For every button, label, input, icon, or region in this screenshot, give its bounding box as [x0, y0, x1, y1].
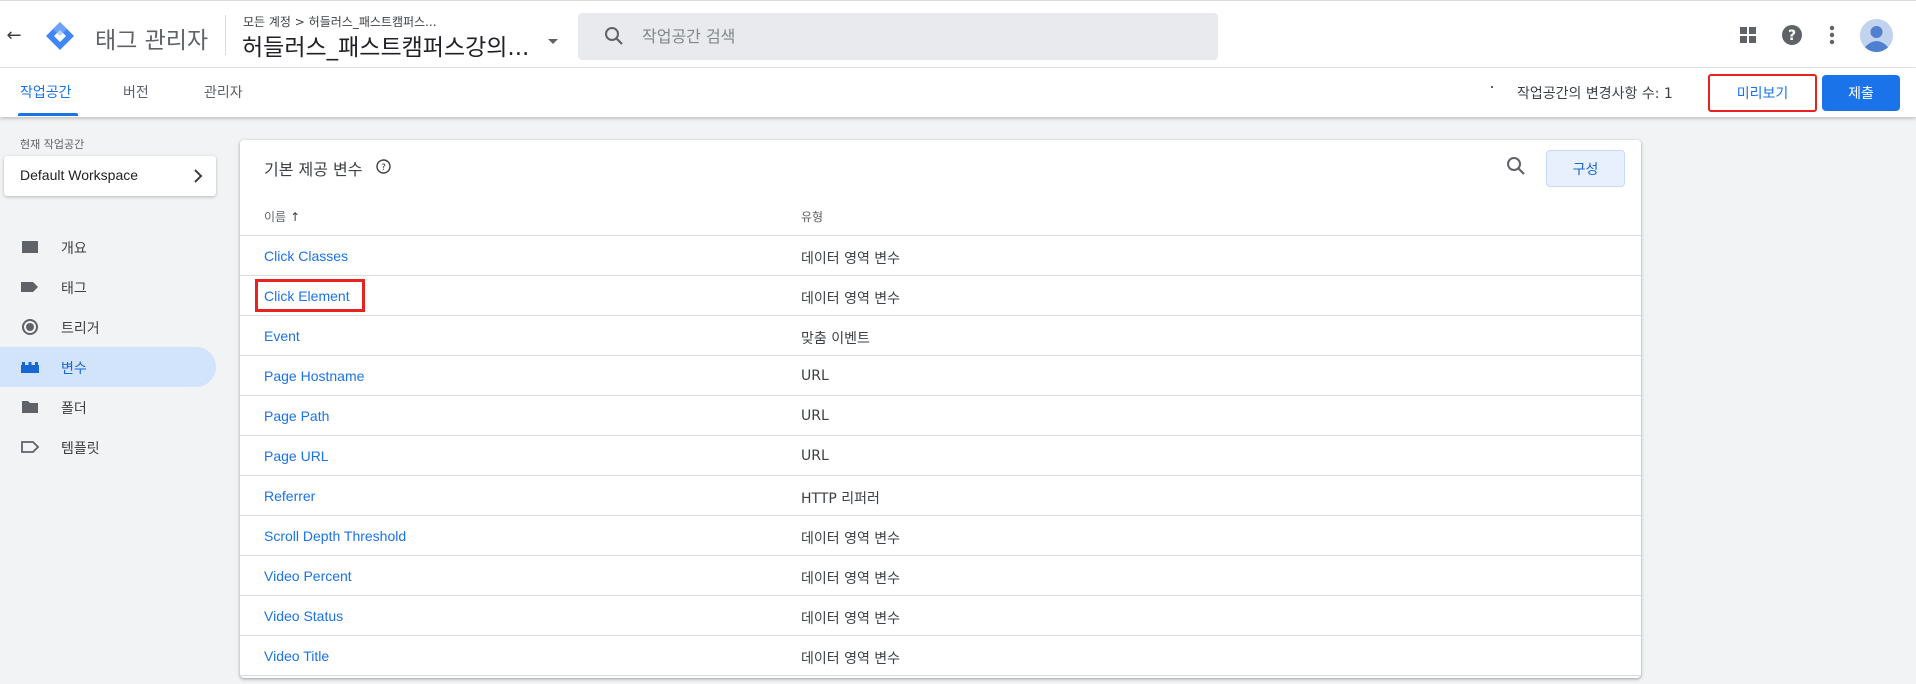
sidebar-item-folders[interactable]: 폴더	[0, 387, 216, 427]
workspace-selector[interactable]: Default Workspace	[4, 156, 216, 196]
trigger-icon	[20, 318, 40, 336]
active-tab-indicator	[18, 113, 78, 116]
sidebar-item-label: 폴더	[61, 401, 87, 417]
table-row[interactable]: Click Classes 데이터 영역 변수	[240, 236, 1641, 276]
overview-icon	[20, 238, 40, 256]
variable-type: 데이터 영역 변수	[801, 531, 901, 547]
help-icon[interactable]: ?	[1780, 23, 1804, 47]
sidebar-item-label: 개요	[61, 241, 87, 257]
variable-name-link[interactable]: Video Percent	[264, 568, 352, 584]
gtm-logo-icon[interactable]	[44, 20, 76, 52]
variable-name-link[interactable]: Referrer	[264, 488, 315, 504]
template-icon	[20, 438, 40, 456]
search-input[interactable]	[642, 13, 1202, 60]
table-row[interactable]: Page URL URL	[240, 436, 1641, 476]
variable-name-link[interactable]: Click Classes	[264, 248, 348, 264]
variable-name-link[interactable]: Video Title	[264, 648, 329, 664]
workspace-changes-count: 작업공간의 변경사항 수: 1	[1517, 86, 1673, 102]
tab-workspace[interactable]: 작업공간	[20, 82, 72, 102]
table-row[interactable]: Event 맞춤 이벤트	[240, 316, 1641, 356]
tab-admin[interactable]: 관리자	[204, 82, 243, 102]
table-row[interactable]: Referrer HTTP 리퍼러	[240, 476, 1641, 516]
tag-icon	[20, 278, 40, 296]
preview-button[interactable]: 미리보기	[1708, 74, 1817, 112]
search-icon[interactable]	[1506, 156, 1526, 176]
card-title: 기본 제공 변수	[264, 160, 363, 179]
more-vert-icon[interactable]	[1820, 23, 1844, 47]
sidebar-item-label: 템플릿	[61, 441, 100, 457]
table-row[interactable]: Video Status 데이터 영역 변수	[240, 596, 1641, 636]
builtin-variables-card: 기본 제공 변수 ? 구성 이름 ↑ 유형 Click Classes 데이터 영…	[240, 140, 1641, 678]
table-row[interactable]: Video Title 데이터 영역 변수	[240, 636, 1641, 676]
variable-type: URL	[801, 448, 829, 464]
account-avatar[interactable]	[1860, 19, 1893, 52]
top-app-bar: ← 태그 관리자 모든 계정 > 허들러스_패스트캠퍼스... 허들러스_패스트…	[0, 0, 1916, 68]
variable-type: 데이터 영역 변수	[801, 611, 901, 627]
workspace-nav-bar: 작업공간 버전 관리자 작업공간의 변경사항 수: 1 미리보기 제출	[0, 68, 1916, 117]
svg-text:?: ?	[1788, 28, 1796, 44]
current-workspace-label: 현재 작업공간	[20, 138, 85, 151]
variable-type: 데이터 영역 변수	[801, 251, 901, 267]
chevron-right-icon	[190, 166, 206, 186]
workspace-name: Default Workspace	[20, 167, 139, 183]
table-row[interactable]: Click Element 데이터 영역 변수	[240, 276, 1641, 316]
workspace-search[interactable]	[578, 13, 1218, 60]
folder-icon	[20, 398, 40, 416]
table-row[interactable]: Video Percent 데이터 영역 변수	[240, 556, 1641, 596]
configure-button[interactable]: 구성	[1546, 150, 1625, 187]
variable-name-link[interactable]: Page Path	[264, 408, 329, 424]
variable-type: 데이터 영역 변수	[801, 651, 901, 667]
sidebar-item-tags[interactable]: 태그	[0, 267, 216, 307]
divider	[225, 15, 226, 55]
variable-name-link[interactable]: Click Element	[264, 288, 350, 304]
table-row[interactable]: Page Hostname URL	[240, 356, 1641, 396]
help-circle-icon[interactable]: ?	[376, 159, 391, 174]
table-row[interactable]: Page Path URL	[240, 396, 1641, 436]
sidebar-item-variables[interactable]: 변수	[0, 347, 216, 387]
variable-name-link[interactable]: Scroll Depth Threshold	[264, 528, 406, 544]
variable-name-link[interactable]: Video Status	[264, 608, 343, 624]
submit-button[interactable]: 제출	[1822, 75, 1900, 111]
app-title[interactable]: 태그 관리자	[95, 21, 208, 55]
column-header-type[interactable]: 유형	[801, 208, 823, 225]
column-header-name-label: 이름	[264, 210, 287, 224]
container-dropdown-caret-icon[interactable]	[548, 39, 558, 44]
variable-type: HTTP 리퍼러	[801, 491, 880, 507]
variable-type: URL	[801, 408, 829, 424]
column-header-name[interactable]: 이름 ↑	[264, 208, 300, 225]
sidebar-item-templates[interactable]: 템플릿	[0, 427, 216, 467]
sidebar-item-label: 변수	[61, 361, 87, 377]
table-row[interactable]: Scroll Depth Threshold 데이터 영역 변수	[240, 516, 1641, 556]
container-name[interactable]: 허들러스_패스트캠퍼스강의...	[242, 28, 529, 62]
variable-type: URL	[801, 368, 829, 384]
variable-type: 맞춤 이벤트	[801, 331, 870, 347]
back-arrow-icon[interactable]: ←	[4, 25, 24, 46]
apps-grid-icon[interactable]	[1736, 23, 1760, 47]
variable-name-link[interactable]: Page Hostname	[264, 368, 364, 384]
variable-type: 데이터 영역 변수	[801, 571, 901, 587]
sidebar-item-overview[interactable]: 개요	[0, 227, 216, 267]
dot-icon	[1491, 86, 1493, 88]
variable-type: 데이터 영역 변수	[801, 291, 901, 307]
sidebar-item-triggers[interactable]: 트리거	[0, 307, 216, 347]
variable-name-link[interactable]: Event	[264, 328, 300, 344]
svg-text:?: ?	[381, 163, 386, 173]
variable-name-link[interactable]: Page URL	[264, 448, 329, 464]
sidebar-item-label: 태그	[61, 281, 87, 297]
tab-versions[interactable]: 버전	[123, 82, 149, 102]
search-icon	[604, 26, 624, 46]
variables-icon	[20, 358, 40, 376]
sort-ascending-icon: ↑	[290, 210, 301, 224]
sidebar-item-label: 트리거	[61, 321, 100, 337]
